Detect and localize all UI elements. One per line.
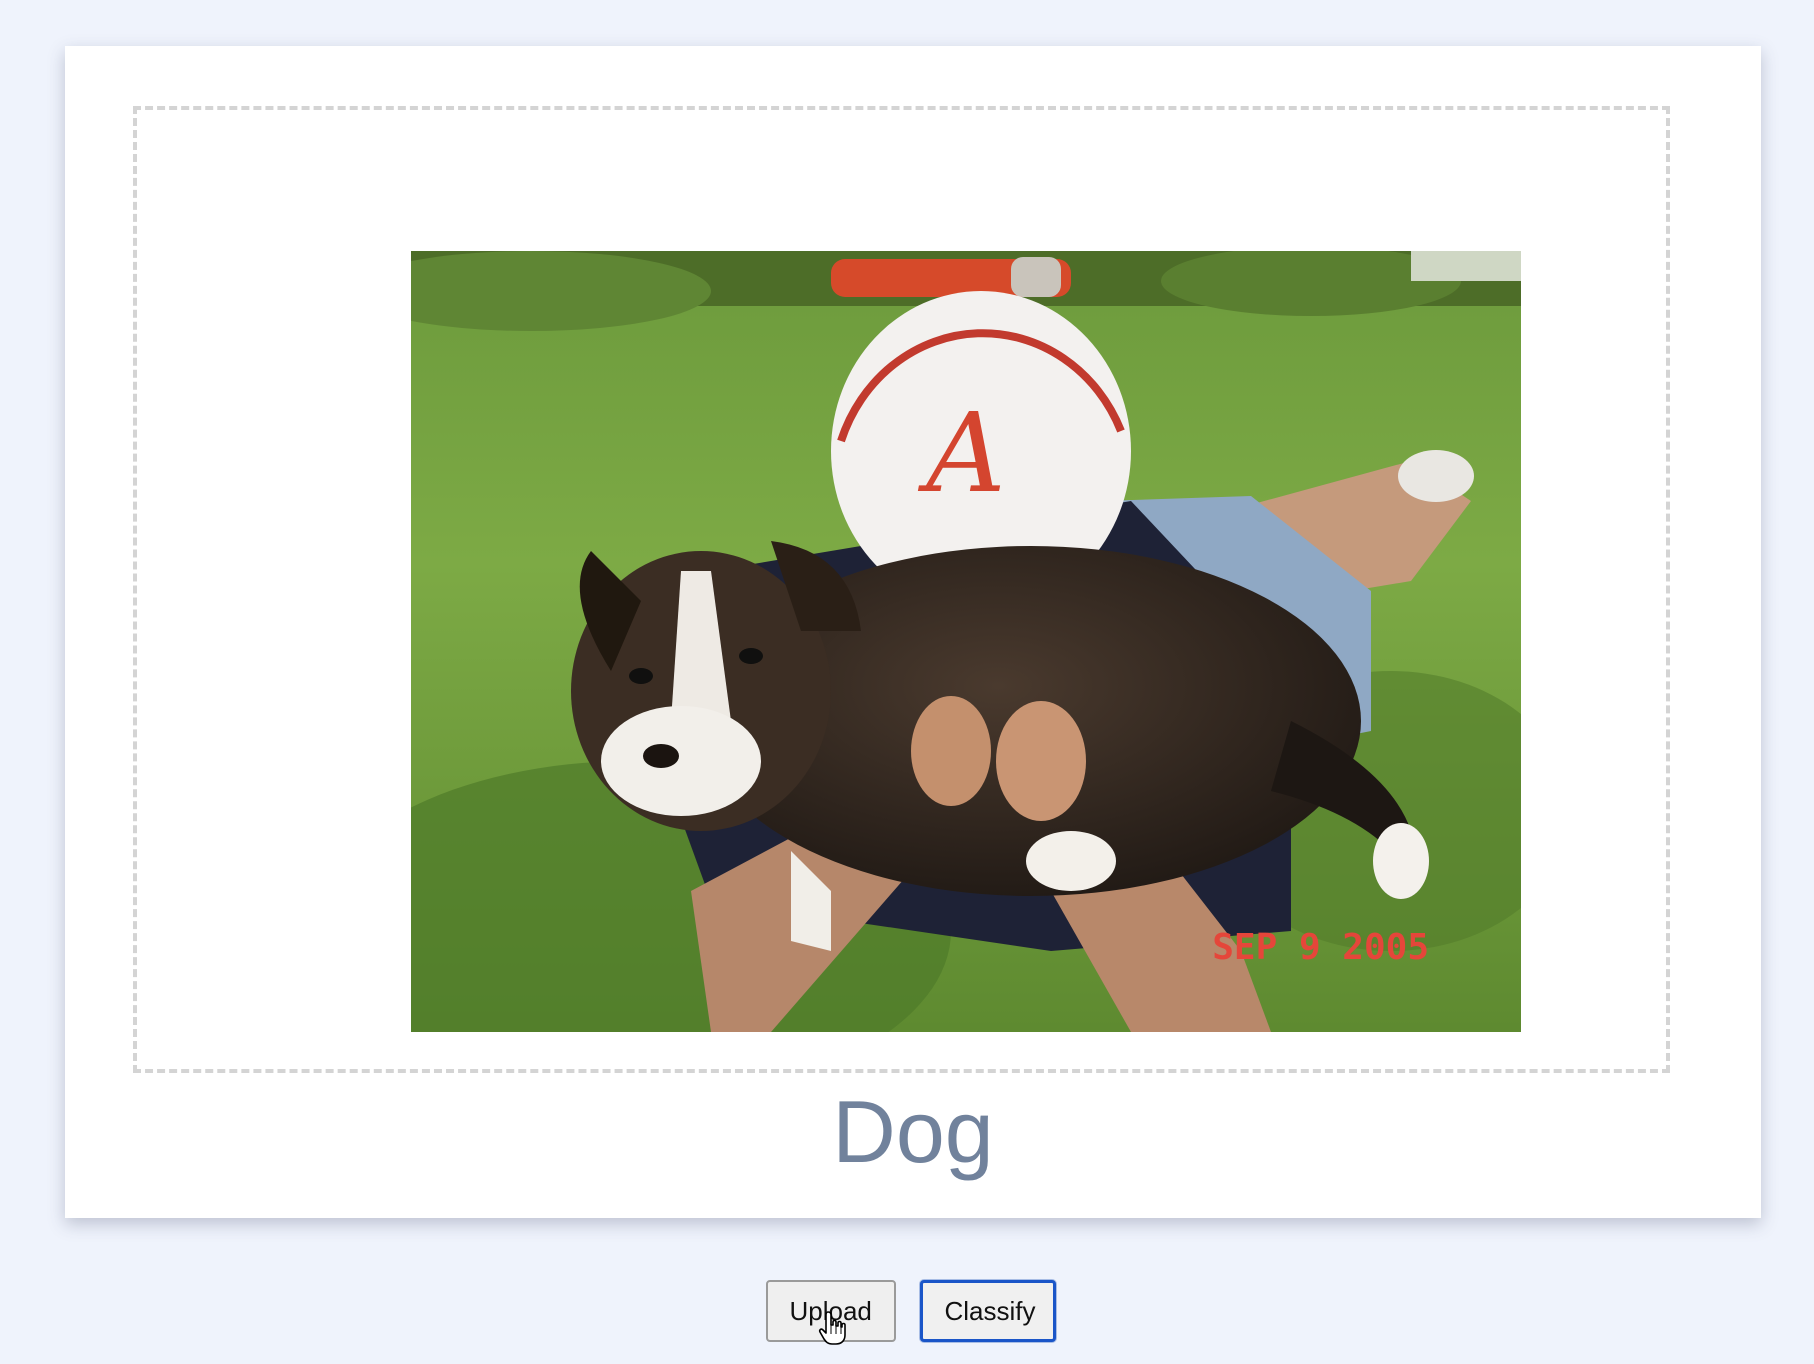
cap-logo: A bbox=[917, 389, 1005, 517]
image-dropzone[interactable]: A SEP 9 2005 bbox=[133, 106, 1670, 1073]
uploaded-image: A SEP 9 2005 bbox=[411, 251, 1521, 1032]
date-stamp: SEP 9 2005 bbox=[1212, 927, 1429, 968]
upload-button[interactable]: Upload bbox=[765, 1280, 896, 1342]
action-buttons: Upload Classify bbox=[0, 1280, 1814, 1342]
classifier-card: A SEP 9 2005 Dog bbox=[65, 46, 1761, 1218]
classify-button[interactable]: Classify bbox=[919, 1280, 1056, 1342]
classification-result: Dog bbox=[832, 1082, 994, 1181]
puppy-photo-illustration: A SEP 9 2005 bbox=[411, 251, 1521, 1032]
